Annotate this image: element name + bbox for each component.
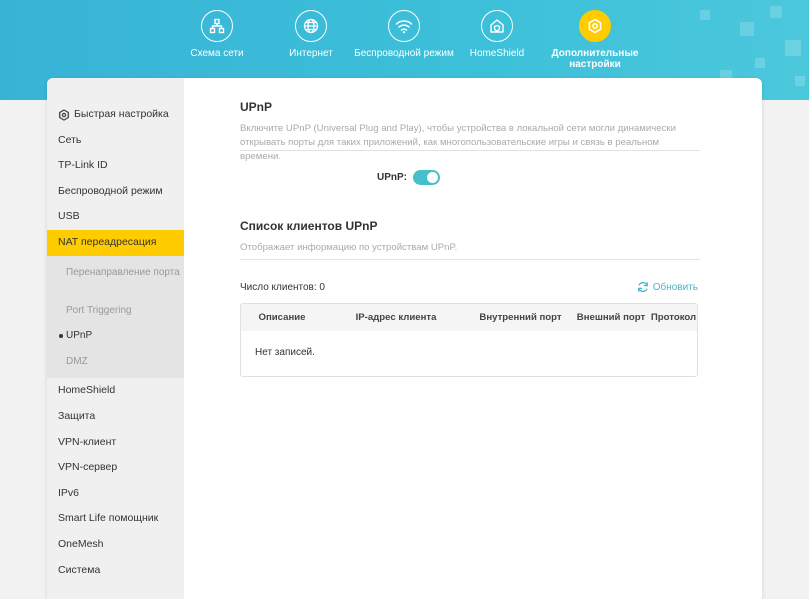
decor-pixel — [740, 22, 754, 36]
upnp-toggle-label: UPnP: — [377, 172, 407, 183]
decor-pixel — [795, 76, 805, 86]
upnp-toggle-switch[interactable] — [413, 170, 440, 185]
submenu-item-port-triggering[interactable]: Port Triggering — [47, 298, 184, 324]
nav-advanced[interactable]: Дополнительные настройки — [540, 10, 650, 70]
upnp-toggle-row: UPnP: — [377, 170, 440, 185]
sidebar-item-security[interactable]: Защита — [47, 404, 184, 430]
clients-count-row: Число клиентов: 0 Обновить — [240, 281, 698, 295]
clients-count: Число клиентов: 0 — [240, 282, 325, 293]
nav-label: Дополнительные настройки — [551, 48, 639, 70]
column-header: Описание — [258, 312, 306, 323]
sidebar-item-ipv6[interactable]: IPv6 — [47, 481, 184, 507]
sidebar-item-wireless[interactable]: Беспроводной режим — [47, 179, 184, 205]
globe-icon — [295, 10, 327, 42]
sidebar-item-smart-life[interactable]: Smart Life помощник — [47, 506, 184, 532]
decor-pixel — [785, 40, 801, 56]
table-header: Описание IP-адрес клиента Внутренний пор… — [241, 304, 697, 331]
divider — [240, 150, 700, 151]
sidebar-item-label: Быстрая настройка — [74, 108, 169, 120]
homeshield-icon — [481, 10, 513, 42]
sidebar: Быстрая настройка Сеть TP-Link ID Беспро… — [47, 78, 184, 599]
decor-pixel — [770, 6, 782, 18]
refresh-label: Обновить — [652, 281, 698, 293]
submenu-item-upnp[interactable]: UPnP — [47, 323, 184, 349]
sidebar-item-vpn-client[interactable]: VPN-клиент — [47, 430, 184, 456]
sidebar-item-usb[interactable]: USB — [47, 204, 184, 230]
sidebar-item-homeshield[interactable]: HomeShield — [47, 378, 184, 404]
submenu-item-dmz[interactable]: DMZ — [47, 349, 184, 375]
divider — [240, 259, 700, 260]
sidebar-item-vpn-server[interactable]: VPN-сервер — [47, 455, 184, 481]
submenu-item-port-forwarding[interactable]: Перенаправление порта — [47, 262, 184, 298]
column-header: Внешний порт — [576, 312, 646, 323]
sidebar-item-system[interactable]: Система — [47, 558, 184, 584]
wifi-icon — [388, 10, 420, 42]
nat-submenu: Перенаправление порта Port Triggering UP… — [47, 255, 184, 379]
upnp-clients-table: Описание IP-адрес клиента Внутренний пор… — [240, 303, 698, 377]
nav-homeshield[interactable]: HomeShield — [442, 10, 552, 59]
toggle-knob — [427, 172, 438, 183]
clients-section-title: Список клиентов UPnP — [240, 219, 378, 233]
decor-pixel — [755, 58, 765, 68]
network-map-icon — [201, 10, 233, 42]
sidebar-item-onemesh[interactable]: OneMesh — [47, 532, 184, 558]
column-header: Протокол — [650, 312, 697, 323]
refresh-icon — [637, 281, 648, 293]
upnp-section-title: UPnP — [240, 100, 273, 114]
sidebar-item-nat-forwarding[interactable]: NAT переадресация — [47, 229, 184, 256]
main-card: Быстрая настройка Сеть TP-Link ID Беспро… — [47, 78, 762, 599]
advanced-gear-icon — [579, 10, 611, 42]
upnp-description: Включите UPnP (Universal Plug and Play),… — [240, 123, 676, 162]
sidebar-item-network[interactable]: Сеть — [47, 128, 184, 154]
column-header: Внутренний порт — [479, 312, 562, 323]
refresh-button[interactable]: Обновить — [637, 281, 698, 293]
decor-pixel — [700, 10, 710, 20]
column-header: IP-адрес клиента — [355, 312, 437, 323]
clients-description: Отображает информацию по устройствам UPn… — [240, 242, 458, 253]
table-empty-message: Нет записей. — [255, 347, 315, 358]
nav-label: HomeShield — [469, 48, 525, 59]
sidebar-item-tplink-id[interactable]: TP-Link ID — [47, 153, 184, 179]
sidebar-item-quick-setup[interactable]: Быстрая настройка — [47, 102, 184, 128]
quick-setup-icon — [58, 109, 70, 121]
